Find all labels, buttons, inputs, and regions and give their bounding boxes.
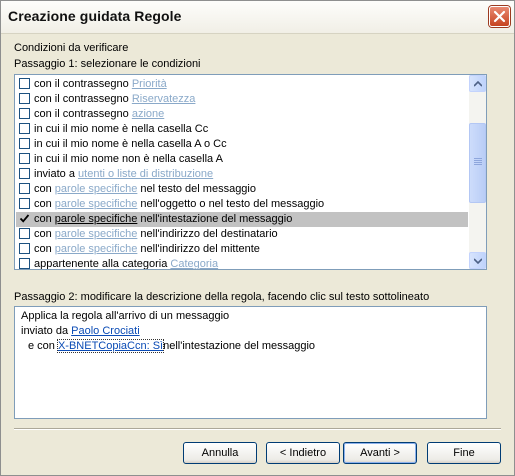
condition-checkbox[interactable] bbox=[19, 123, 30, 134]
condition-suffix: nell'indirizzo del destinatario bbox=[137, 228, 278, 240]
rules-wizard-dialog: Creazione guidata Regole Condizioni da v… bbox=[0, 0, 515, 476]
scroll-down-arrow-icon bbox=[474, 258, 482, 264]
condition-suffix: nel testo del messaggio bbox=[137, 183, 256, 195]
condition-text: con il contrassegno azione bbox=[34, 107, 164, 122]
conditions-list[interactable]: con il contrassegno Priorità con il contr… bbox=[14, 74, 487, 270]
condition-prefix: appartenente alla categoria bbox=[34, 258, 171, 270]
close-x-icon bbox=[493, 10, 506, 23]
description-line-3-suffix: nell'intestazione del messaggio bbox=[163, 340, 316, 352]
scroll-up-button[interactable] bbox=[469, 75, 486, 92]
condition-link: parole specifiche bbox=[54, 228, 138, 240]
condition-prefix: con bbox=[34, 183, 55, 195]
condition-link: azione bbox=[131, 108, 165, 120]
condition-link: parole specifiche bbox=[54, 183, 138, 195]
back-button[interactable]: < Indietro bbox=[266, 442, 340, 464]
condition-row[interactable]: con parole specifiche nell'oggetto o nel… bbox=[16, 197, 468, 212]
next-button[interactable]: Avanti > bbox=[343, 442, 417, 464]
condition-prefix: con bbox=[34, 243, 55, 255]
step1-label: Passaggio 1: selezionare le condizioni bbox=[14, 58, 201, 70]
condition-checkbox[interactable] bbox=[19, 138, 30, 149]
condition-link: parole specifiche bbox=[54, 243, 138, 255]
condition-suffix: nell'oggetto o nel testo del messaggio bbox=[137, 198, 325, 210]
title-bar[interactable]: Creazione guidata Regole bbox=[1, 1, 514, 34]
condition-link: utenti o liste di distribuzione bbox=[78, 168, 214, 180]
window-title: Creazione guidata Regole bbox=[8, 8, 182, 24]
condition-checkbox[interactable] bbox=[19, 78, 30, 89]
condition-link: parole specifiche bbox=[54, 198, 138, 210]
condition-text: con il contrassegno Riservatezza bbox=[34, 92, 195, 107]
condition-checkbox[interactable] bbox=[19, 93, 30, 104]
condition-row[interactable]: con parole specifiche nell'indirizzo del… bbox=[16, 242, 468, 257]
condition-row[interactable]: con parole specifiche nell'intestazione … bbox=[16, 212, 468, 227]
step2-label: Passaggio 2: modificare la descrizione d… bbox=[14, 291, 430, 303]
condition-suffix: nell'indirizzo del mittente bbox=[137, 243, 260, 255]
condition-prefix: con il contrassegno bbox=[34, 78, 132, 90]
condition-prefix: in cui il mio nome è nella casella Cc bbox=[34, 123, 209, 135]
conditions-heading: Condizioni da verificare bbox=[14, 42, 129, 54]
rule-description-box: Applica la regola all'arrivo di un messa… bbox=[14, 306, 487, 419]
condition-row[interactable]: in cui il mio nome è nella casella A o C… bbox=[16, 137, 468, 152]
description-line-3-prefix: e con bbox=[28, 340, 58, 352]
header-words-link[interactable]: X-BNETCopiaCcn: Sì bbox=[56, 339, 165, 353]
scroll-up-arrow-icon bbox=[474, 81, 482, 87]
condition-row[interactable]: con parole specifiche nel testo del mess… bbox=[16, 182, 468, 197]
condition-row[interactable]: in cui il mio nome non è nella casella A bbox=[16, 152, 468, 167]
condition-text: con il contrassegno Priorità bbox=[34, 77, 167, 92]
condition-row[interactable]: appartenente alla categoria Categoria bbox=[16, 257, 468, 270]
condition-prefix: con bbox=[34, 213, 55, 225]
condition-link: parole specifiche bbox=[54, 213, 138, 225]
finish-button[interactable]: Fine bbox=[427, 442, 501, 464]
condition-text: con parole specifiche nel testo del mess… bbox=[34, 182, 256, 197]
condition-checkbox[interactable] bbox=[19, 153, 30, 164]
condition-prefix: con bbox=[34, 228, 55, 240]
conditions-scrollbar[interactable] bbox=[469, 75, 486, 269]
condition-checkbox[interactable] bbox=[19, 243, 30, 254]
condition-text: in cui il mio nome non è nella casella A bbox=[34, 152, 223, 167]
condition-prefix: in cui il mio nome non è nella casella A bbox=[34, 153, 223, 165]
condition-row[interactable]: inviato a utenti o liste di distribuzion… bbox=[16, 167, 468, 182]
condition-link: Categoria bbox=[170, 258, 219, 270]
cancel-button[interactable]: Annulla bbox=[183, 442, 257, 464]
condition-text: in cui il mio nome è nella casella Cc bbox=[34, 122, 208, 137]
sender-link[interactable]: Paolo Crociati bbox=[71, 325, 139, 337]
condition-checkbox[interactable] bbox=[19, 183, 30, 194]
condition-text: inviato a utenti o liste di distribuzion… bbox=[34, 167, 213, 182]
condition-prefix: con il contrassegno bbox=[34, 108, 132, 120]
condition-checkbox[interactable] bbox=[19, 228, 30, 239]
button-separator bbox=[14, 428, 501, 430]
description-line-3: e con X-BNETCopiaCcn: Sìnell'intestazion… bbox=[28, 339, 316, 353]
condition-checkbox[interactable] bbox=[19, 213, 30, 224]
condition-row[interactable]: con parole specifiche nell'indirizzo del… bbox=[16, 227, 468, 242]
condition-text: con parole specifiche nell'indirizzo del… bbox=[34, 242, 260, 257]
condition-checkbox[interactable] bbox=[19, 108, 30, 119]
condition-row[interactable]: con il contrassegno Riservatezza bbox=[16, 92, 468, 107]
condition-text: con parole specifiche nell'intestazione … bbox=[34, 212, 292, 227]
condition-text: appartenente alla categoria Categoria bbox=[34, 257, 219, 270]
checkmark-icon bbox=[19, 214, 30, 223]
condition-checkbox[interactable] bbox=[19, 168, 30, 179]
condition-checkbox[interactable] bbox=[19, 198, 30, 209]
close-button[interactable] bbox=[489, 6, 510, 27]
description-line-2-prefix: inviato da bbox=[21, 325, 72, 337]
condition-text: con parole specifiche nell'oggetto o nel… bbox=[34, 197, 324, 212]
condition-link: Priorità bbox=[131, 78, 167, 90]
description-line-2: inviato da Paolo Crociati bbox=[21, 325, 140, 337]
condition-prefix: inviato a bbox=[34, 168, 79, 180]
condition-prefix: in cui il mio nome è nella casella A o C… bbox=[34, 138, 227, 150]
description-line-1: Applica la regola all'arrivo di un messa… bbox=[21, 310, 230, 322]
condition-prefix: con il contrassegno bbox=[34, 93, 132, 105]
condition-row[interactable]: in cui il mio nome è nella casella Cc bbox=[16, 122, 468, 137]
condition-checkbox[interactable] bbox=[19, 258, 30, 269]
condition-row[interactable]: con il contrassegno azione bbox=[16, 107, 468, 122]
condition-prefix: con bbox=[34, 198, 55, 210]
condition-text: in cui il mio nome è nella casella A o C… bbox=[34, 137, 227, 152]
scroll-down-button[interactable] bbox=[469, 252, 486, 269]
scroll-thumb[interactable] bbox=[469, 123, 486, 203]
condition-text: con parole specifiche nell'indirizzo del… bbox=[34, 227, 278, 242]
condition-row[interactable]: con il contrassegno Priorità bbox=[16, 77, 468, 92]
condition-link: Riservatezza bbox=[131, 93, 196, 105]
condition-suffix: nell'intestazione del messaggio bbox=[137, 213, 293, 225]
